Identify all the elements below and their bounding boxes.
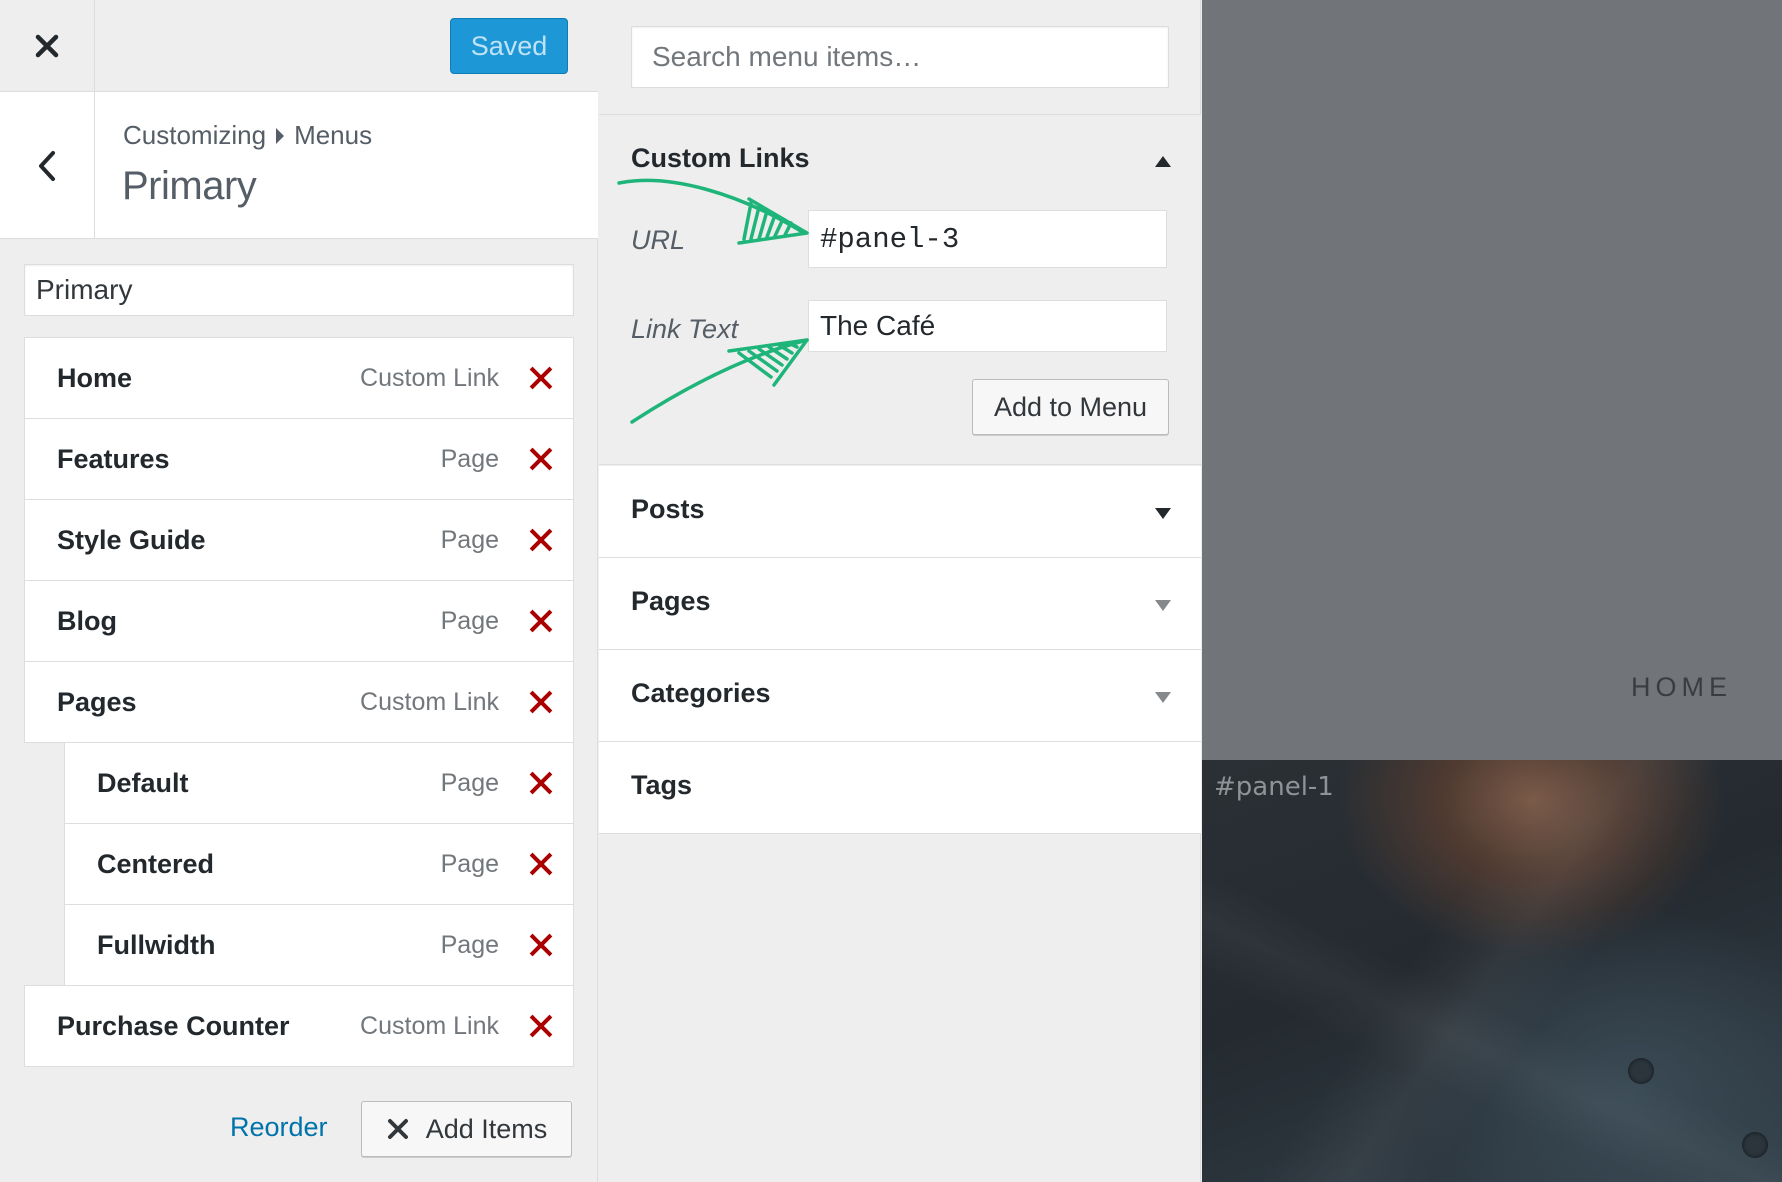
menu-item-title: Centered bbox=[97, 848, 215, 879]
hero-texture bbox=[1202, 760, 1782, 1182]
remove-icon[interactable] bbox=[529, 771, 553, 795]
remove-icon[interactable] bbox=[529, 528, 553, 552]
menu-item[interactable]: Fullwidth Page bbox=[64, 904, 574, 986]
tags-section[interactable]: Tags bbox=[599, 742, 1201, 834]
menu-item-title: Style Guide bbox=[57, 524, 206, 555]
custom-links-section: Custom Links URL Link Text Add to Menu bbox=[599, 115, 1201, 465]
menu-customizer-panel: Saved Customizing Menus Primary Home Cust… bbox=[0, 0, 598, 1182]
add-items-button[interactable]: Add Items bbox=[361, 1101, 572, 1157]
menu-item-type: Page bbox=[440, 444, 499, 473]
link-text-label: Link Text bbox=[631, 314, 739, 344]
menu-item-title: Blog bbox=[57, 605, 117, 636]
preview-hero-image: #panel-1 bbox=[1202, 760, 1782, 1182]
menu-item-title: Purchase Counter bbox=[57, 1010, 290, 1041]
custom-links-heading[interactable]: Custom Links bbox=[631, 143, 810, 174]
page-title: Primary bbox=[122, 164, 257, 208]
section-header: Customizing Menus Primary bbox=[0, 92, 598, 239]
menu-item-type: Page bbox=[440, 768, 499, 797]
close-icon bbox=[387, 1119, 408, 1139]
posts-heading: Posts bbox=[631, 494, 705, 524]
caret-right-icon bbox=[276, 127, 285, 144]
shirt-button-image bbox=[1742, 1132, 1768, 1158]
add-to-menu-button[interactable]: Add to Menu bbox=[972, 379, 1169, 435]
menu-item[interactable]: Centered Page bbox=[64, 823, 574, 905]
remove-icon[interactable] bbox=[529, 852, 553, 876]
chevron-left-icon bbox=[39, 150, 55, 181]
customizer-topbar: Saved bbox=[0, 0, 598, 92]
menu-item-type: Custom Link bbox=[360, 687, 499, 716]
preview-nav-home[interactable]: HOME bbox=[1631, 672, 1732, 703]
menu-item-title: Fullwidth bbox=[97, 929, 216, 960]
breadcrumb-root: Customizing bbox=[123, 120, 267, 150]
available-menu-items-panel: Custom Links URL Link Text Add to Menu P… bbox=[599, 0, 1201, 1182]
menu-item-type: Page bbox=[440, 930, 499, 959]
remove-icon[interactable] bbox=[529, 690, 553, 714]
remove-icon[interactable] bbox=[529, 1014, 553, 1038]
categories-heading: Categories bbox=[631, 678, 771, 708]
menu-name-field[interactable] bbox=[24, 264, 574, 316]
saved-button[interactable]: Saved bbox=[450, 18, 568, 74]
menu-item-title: Features bbox=[57, 443, 170, 474]
menu-item-type: Custom Link bbox=[360, 363, 499, 392]
menu-item-type: Page bbox=[440, 525, 499, 554]
remove-icon[interactable] bbox=[529, 933, 553, 957]
categories-section[interactable]: Categories bbox=[599, 650, 1201, 742]
url-field[interactable] bbox=[808, 210, 1167, 268]
caret-down-icon bbox=[1155, 600, 1171, 611]
caret-down-icon bbox=[1155, 508, 1171, 519]
caret-down-icon bbox=[1155, 692, 1171, 703]
menu-item-title: Default bbox=[97, 767, 189, 798]
remove-icon[interactable] bbox=[529, 447, 553, 471]
menu-item-list: Home Custom Link Features Page Style Guide Pa… bbox=[24, 337, 574, 1067]
menu-item[interactable]: Home Custom Link bbox=[24, 337, 574, 419]
reorder-link[interactable]: Reorder bbox=[230, 1112, 328, 1143]
menu-item-title: Pages bbox=[57, 686, 137, 717]
posts-section[interactable]: Posts bbox=[599, 466, 1201, 558]
url-label: URL bbox=[631, 225, 686, 255]
pages-heading: Pages bbox=[631, 586, 711, 616]
remove-icon[interactable] bbox=[529, 366, 553, 390]
menu-item-type: Custom Link bbox=[360, 1011, 499, 1040]
menu-item[interactable]: Default Page bbox=[64, 742, 574, 824]
panel-label: #panel-1 bbox=[1214, 772, 1334, 802]
menu-item-type: Page bbox=[440, 849, 499, 878]
tags-heading: Tags bbox=[631, 770, 693, 800]
link-text-field[interactable] bbox=[808, 300, 1167, 352]
menu-item[interactable]: Pages Custom Link bbox=[24, 661, 574, 743]
menu-item[interactable]: Purchase Counter Custom Link bbox=[24, 985, 574, 1067]
menu-item[interactable]: Style Guide Page bbox=[24, 499, 574, 581]
back-button[interactable] bbox=[0, 92, 95, 239]
menu-item[interactable]: Blog Page bbox=[24, 580, 574, 662]
breadcrumb-current: Menus bbox=[294, 120, 373, 150]
caret-up-icon[interactable] bbox=[1155, 156, 1171, 167]
pages-section[interactable]: Pages bbox=[599, 558, 1201, 650]
add-items-label: Add Items bbox=[425, 1113, 548, 1144]
remove-icon[interactable] bbox=[529, 609, 553, 633]
menu-item-title: Home bbox=[57, 362, 133, 393]
close-button[interactable] bbox=[0, 0, 95, 92]
menu-item[interactable]: Features Page bbox=[24, 418, 574, 500]
close-icon bbox=[35, 34, 59, 58]
search-input[interactable] bbox=[631, 26, 1169, 88]
site-preview: HOME #panel-1 bbox=[1202, 0, 1782, 1182]
shirt-button-image bbox=[1628, 1058, 1654, 1084]
breadcrumb: Customizing Menus bbox=[123, 120, 372, 151]
menu-item-type: Page bbox=[440, 606, 499, 635]
